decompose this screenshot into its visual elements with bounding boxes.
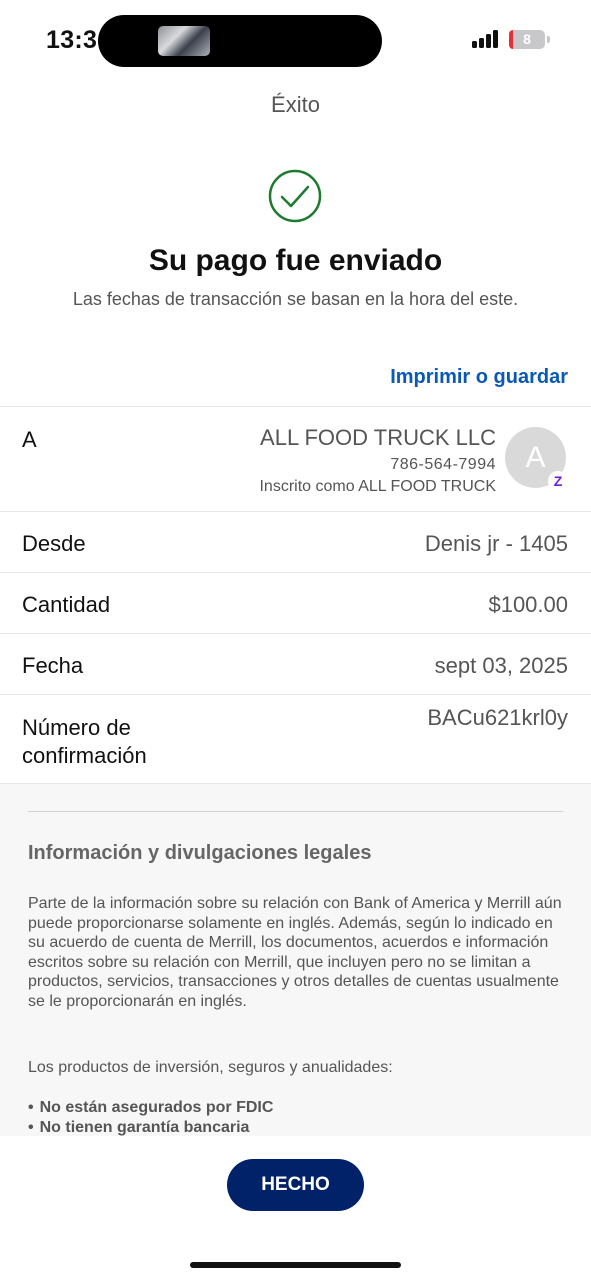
- legal-title: Información y divulgaciones legales: [28, 842, 372, 864]
- battery-icon: 8: [509, 30, 545, 49]
- recipient-name: ALL FOOD TRUCK LLC: [260, 425, 496, 450]
- home-indicator[interactable]: [190, 1262, 401, 1268]
- recipient-label: A: [22, 427, 37, 452]
- amount-label: Cantidad: [22, 592, 111, 617]
- done-button[interactable]: HECHO: [227, 1159, 364, 1211]
- confirmation-label: Número de confirmación: [22, 715, 147, 768]
- legal-list: No están asegurados por FDIC No tienen g…: [28, 1098, 274, 1136]
- confirmation-number: BACu621krl0y: [427, 705, 568, 730]
- dynamic-island[interactable]: [98, 15, 382, 67]
- battery-nub: [547, 36, 550, 43]
- legal-intro: Los productos de inversión, seguros y an…: [28, 1059, 393, 1076]
- detail-row-amount: Cantidad $100.00: [0, 572, 591, 633]
- status-time: 13:3: [46, 26, 98, 54]
- recipient-enrolled-as: Inscrito como ALL FOOD TRUCK: [259, 478, 496, 495]
- detail-row-date: Fecha sept 03, 2025: [0, 633, 591, 694]
- legal-body-text: Parte de la información sobre su relació…: [28, 895, 562, 1010]
- from-label: Desde: [22, 531, 86, 556]
- detail-row-recipient: A ALL FOOD TRUCK LLC 786-564-7994 Inscri…: [0, 406, 591, 511]
- page-title: Éxito: [271, 92, 320, 117]
- status-bar: 13:3 8: [0, 0, 591, 80]
- date-value: sept 03, 2025: [434, 653, 568, 678]
- legal-divider: [28, 811, 563, 812]
- confirmation-headline: Su pago fue enviado: [148, 244, 443, 277]
- legal-list-item: No están asegurados por FDIC: [28, 1098, 274, 1118]
- from-value: Denis jr - 1405: [424, 531, 568, 556]
- recipient-info: ALL FOOD TRUCK LLC 786-564-7994 Inscrito…: [259, 425, 496, 496]
- zelle-icon: Z: [548, 471, 568, 491]
- print-or-save-link[interactable]: Imprimir o guardar: [390, 366, 568, 389]
- date-label: Fecha: [22, 653, 84, 678]
- battery-level-text: 8: [523, 31, 531, 47]
- legal-list-item: No tienen garantía bancaria: [28, 1118, 273, 1136]
- payment-details: A ALL FOOD TRUCK LLC 786-564-7994 Inscri…: [0, 406, 591, 784]
- recipient-phone: 786-564-7994: [390, 456, 496, 473]
- amount-value: $100.00: [488, 592, 568, 617]
- detail-row-from: Desde Denis jr - 1405: [0, 511, 591, 572]
- live-activity-thumbnail[interactable]: [158, 26, 210, 56]
- checkmark-circle-icon: [268, 169, 322, 223]
- timezone-note: Las fechas de transacción se basan en la…: [72, 289, 519, 309]
- legal-disclosures[interactable]: Información y divulgaciones legales Part…: [0, 784, 591, 1136]
- cellular-signal-icon: [472, 30, 502, 48]
- detail-row-confirmation: Número de confirmación BACu621krl0y: [0, 694, 591, 784]
